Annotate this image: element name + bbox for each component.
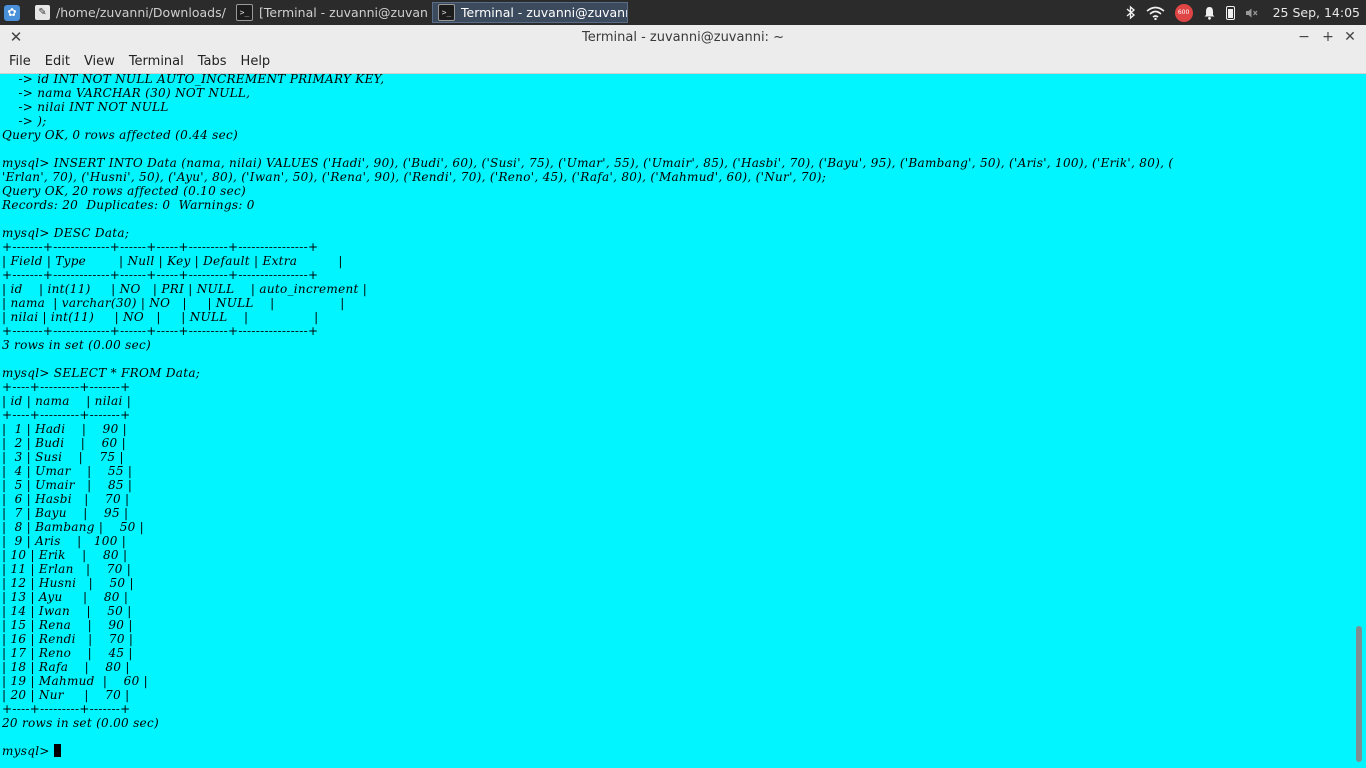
terminal-line: +----+---------+-------+	[2, 408, 131, 422]
terminal-line: mysql> INSERT INTO Data (nama, nilai) VA…	[2, 156, 1174, 170]
terminal-line: mysql>	[2, 744, 54, 758]
taskbar-item-terminal-2[interactable]: >_ Terminal - zuvanni@zuvanni: ~	[432, 2, 628, 23]
terminal-line: | 1 | Hadi | 90 |	[2, 422, 128, 436]
clock[interactable]: 25 Sep, 14:05	[1273, 5, 1360, 20]
terminal-line: | 10 | Erik | 80 |	[2, 548, 128, 562]
terminal-line: Query OK, 0 rows affected (0.44 sec)	[2, 128, 239, 142]
notification-app-icon[interactable]: 600	[1174, 3, 1193, 22]
terminal-line: +-------+-------------+------+-----+----…	[2, 268, 319, 282]
terminal-line: | 9 | Aris | 100 |	[2, 534, 127, 548]
system-tray: 600 25 Sep, 14:05	[1126, 0, 1366, 25]
scrollbar[interactable]	[1352, 74, 1366, 768]
terminal-line: | 6 | Hasbi | 70 |	[2, 492, 130, 506]
terminal-line: 3 rows in set (0.00 sec)	[2, 338, 152, 352]
terminal-line: | 7 | Bayu | 95 |	[2, 506, 129, 520]
terminal-line: | 15 | Rena | 90 |	[2, 618, 133, 632]
minimize-icon[interactable]: −	[1294, 25, 1314, 50]
terminal-line: -> nama VARCHAR (30) NOT NULL,	[2, 86, 251, 100]
notification-badge: 600	[1174, 3, 1193, 22]
maximize-icon[interactable]: +	[1318, 25, 1338, 50]
terminal-line: | 13 | Ayu | 80 |	[2, 590, 129, 604]
terminal-line: -> id INT NOT NULL AUTO_INCREMENT PRIMAR…	[2, 74, 385, 86]
terminal-icon: >_	[236, 4, 253, 21]
terminal-line: 'Erlan', 70), ('Husni', 50), ('Ayu', 80)…	[2, 170, 827, 184]
terminal-icon: >_	[438, 4, 455, 21]
terminal-line: | 2 | Budi | 60 |	[2, 436, 126, 450]
terminal-line: | 17 | Reno | 45 |	[2, 646, 133, 660]
terminal-line: | 16 | Rendi | 70 |	[2, 632, 134, 646]
terminal-line: +-------+-------------+------+-----+----…	[2, 240, 319, 254]
terminal-line: | Field | Type | Null | Key | Default | …	[2, 254, 343, 268]
distro-logo-icon: ✿	[4, 4, 20, 21]
terminal-line: | 3 | Susi | 75 |	[2, 450, 124, 464]
terminal-line: Records: 20 Duplicates: 0 Warnings: 0	[2, 198, 255, 212]
terminal-output: -> id INT NOT NULL AUTO_INCREMENT PRIMAR…	[2, 74, 1173, 758]
menu-help[interactable]: Help	[232, 54, 271, 69]
top-panel: ✿ ✎ /home/zuvanni/Downloads/T... >_ [Ter…	[0, 0, 1366, 25]
terminal-line: | 20 | Nur | 70 |	[2, 688, 130, 702]
terminal-line: Query OK, 20 rows affected (0.10 sec)	[2, 184, 246, 198]
bluetooth-icon[interactable]	[1126, 5, 1136, 20]
terminal-line: | id | int(11) | NO | PRI | NULL | auto_…	[2, 282, 368, 296]
terminal-line: mysql> SELECT * FROM Data;	[2, 366, 201, 380]
terminal-line: +-------+-------------+------+-----+----…	[2, 324, 319, 338]
terminal-line: 20 rows in set (0.00 sec)	[2, 716, 159, 730]
terminal-line: -> nilai INT NOT NULL	[2, 100, 169, 114]
menu-tabs[interactable]: Tabs	[189, 54, 227, 69]
close-icon[interactable]: ✕	[1340, 25, 1360, 50]
battery-icon[interactable]	[1225, 5, 1235, 20]
menu-terminal[interactable]: Terminal	[120, 54, 184, 69]
terminal-line: | 8 | Bambang | 50 |	[2, 520, 145, 534]
terminal-line: mysql> DESC Data;	[2, 226, 130, 240]
wifi-icon[interactable]	[1146, 6, 1165, 20]
menu-edit[interactable]: Edit	[36, 54, 70, 69]
scrollbar-thumb[interactable]	[1356, 626, 1362, 762]
app-menu-button[interactable]: ✿	[0, 0, 24, 25]
terminal-line: | 19 | Mahmud | 60 |	[2, 674, 149, 688]
menu-file[interactable]: File	[0, 54, 31, 69]
taskbar-item-editor[interactable]: ✎ /home/zuvanni/Downloads/T...	[30, 2, 226, 23]
terminal-line: | 14 | Iwan | 50 |	[2, 604, 132, 618]
terminal-line: | 18 | Rafa | 80 |	[2, 660, 130, 674]
text-editor-icon: ✎	[35, 5, 50, 20]
taskbar-item-label: [Terminal - zuvanni@zuvanni...	[259, 5, 427, 20]
window-title: Terminal - zuvanni@zuvanni: ~	[582, 30, 784, 45]
terminal-line: | 4 | Umar | 55 |	[2, 464, 133, 478]
text-cursor	[53, 744, 61, 757]
terminal-line: | nilai | int(11) | NO | | NULL | |	[2, 310, 319, 324]
bell-icon[interactable]	[1203, 6, 1216, 20]
terminal-line: | id | nama | nilai |	[2, 394, 132, 408]
terminal-line: +----+---------+-------+	[2, 380, 131, 394]
terminal-line: | 11 | Erlan | 70 |	[2, 562, 132, 576]
terminal-line: | 12 | Husni | 50 |	[2, 576, 134, 590]
terminal-line: +----+---------+-------+	[2, 702, 131, 716]
terminal-line: | nama | varchar(30) | NO | | NULL | |	[2, 296, 345, 310]
terminal-line: | 5 | Umair | 85 |	[2, 478, 133, 492]
menu-bar: File Edit View Terminal Tabs Help	[0, 50, 1366, 74]
volume-muted-icon[interactable]	[1245, 7, 1259, 19]
window-close-left-icon[interactable]: ✕	[6, 25, 26, 50]
terminal-area[interactable]: -> id INT NOT NULL AUTO_INCREMENT PRIMAR…	[0, 74, 1352, 768]
taskbar-item-label: /home/zuvanni/Downloads/T...	[56, 5, 226, 20]
menu-view[interactable]: View	[75, 54, 115, 69]
taskbar-item-label: Terminal - zuvanni@zuvanni: ~	[461, 5, 627, 20]
taskbar-item-terminal-1[interactable]: >_ [Terminal - zuvanni@zuvanni...	[231, 2, 427, 23]
terminal-line: -> );	[2, 114, 47, 128]
window-titlebar[interactable]: Terminal - zuvanni@zuvanni: ~ ✕ − + ✕	[0, 25, 1366, 50]
